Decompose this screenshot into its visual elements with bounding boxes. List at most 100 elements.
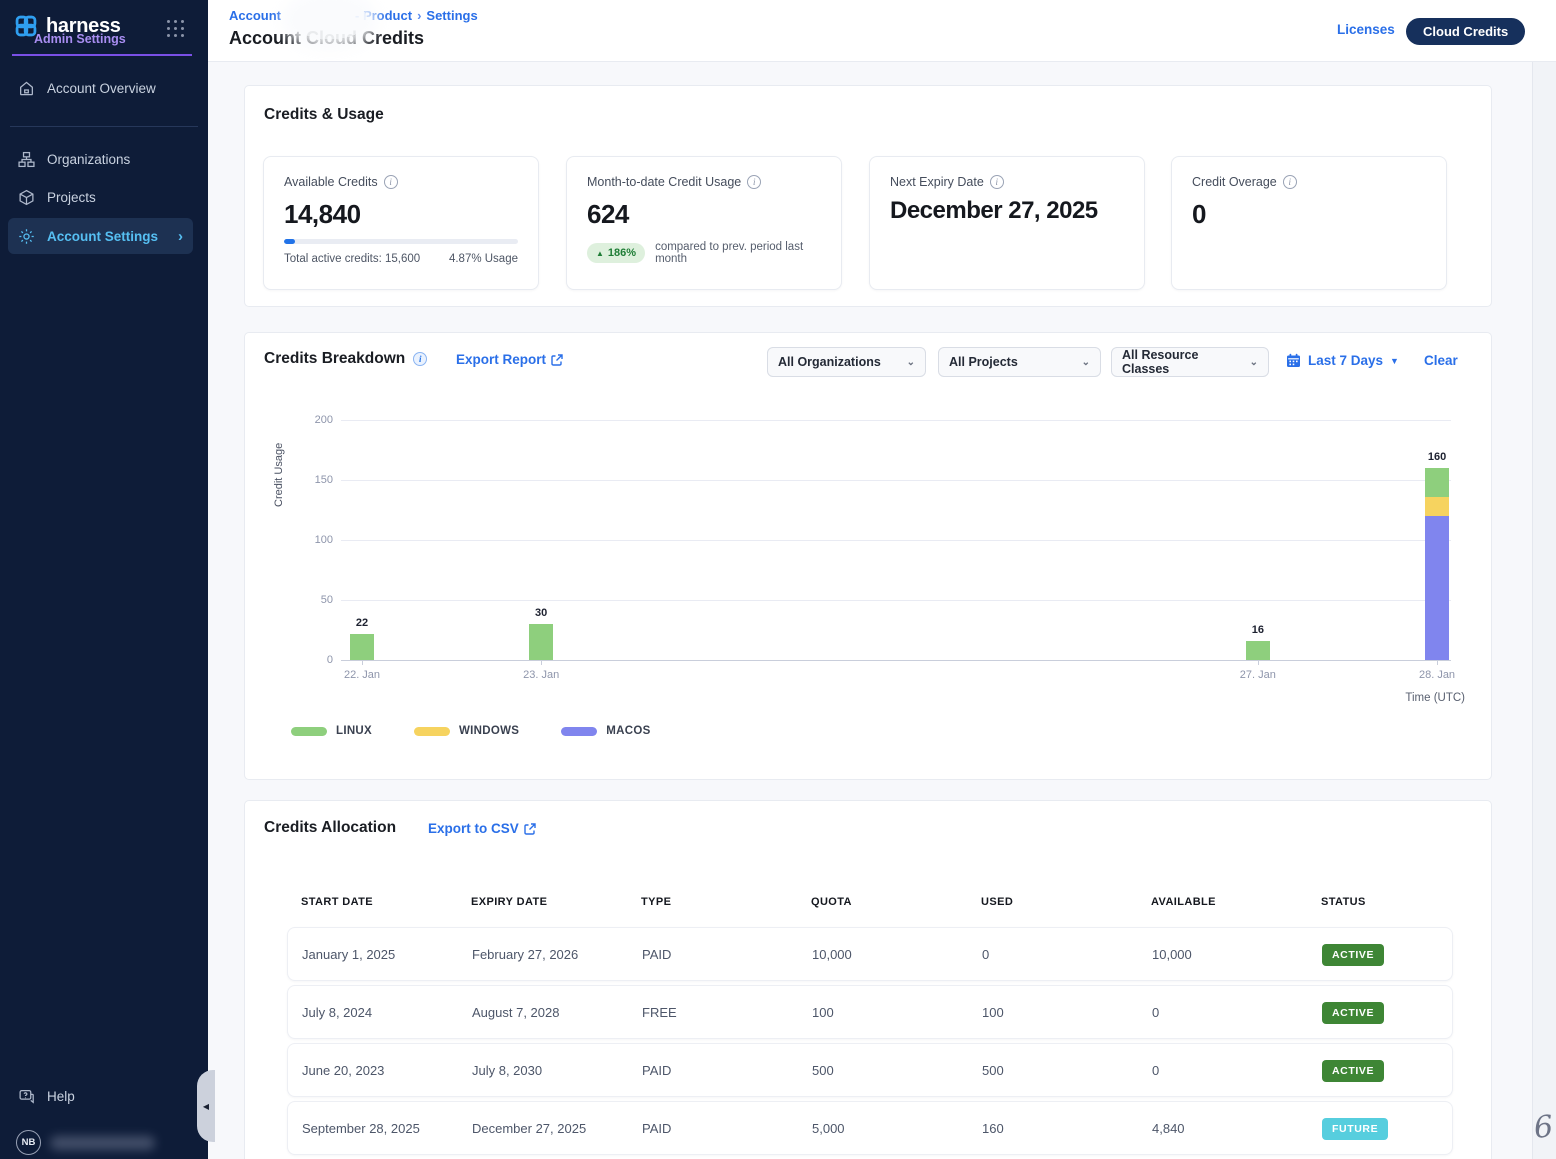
- cell-status: FUTURE: [1322, 1102, 1388, 1156]
- bar-value-label: 30: [516, 607, 566, 619]
- x-axis-title: Time (UTC): [1405, 692, 1465, 704]
- table-row: September 28, 2025December 27, 2025PAID5…: [287, 1101, 1453, 1155]
- legend-label: MACOS: [606, 725, 650, 737]
- date-range-picker[interactable]: Last 7 Days ▼: [1286, 353, 1399, 368]
- sidebar-item-help[interactable]: Help: [8, 1078, 193, 1114]
- cell-used: 0: [982, 928, 989, 982]
- chevron-down-icon: ⌄: [907, 357, 915, 368]
- delta-note: compared to prev. period last month: [655, 241, 821, 265]
- x-tick-mark: [1437, 660, 1438, 665]
- legend-swatch: [561, 727, 597, 736]
- info-icon[interactable]: i: [384, 175, 398, 189]
- cell-start_date: June 20, 2023: [302, 1044, 384, 1098]
- export-csv-link[interactable]: Export to CSV: [428, 821, 536, 836]
- y-axis-title: Credit Usage: [273, 420, 285, 530]
- watermark-glyph: 6: [1532, 1109, 1555, 1146]
- external-link-icon: [551, 354, 563, 366]
- table-header-expiry-date: EXPIRY DATE: [471, 896, 547, 908]
- stat-label: Next Expiry Date: [890, 175, 984, 189]
- organizations-filter-dropdown[interactable]: All Organizations ⌄: [767, 347, 926, 377]
- cell-available: 10,000: [1152, 928, 1192, 982]
- user-row: NB: [16, 1130, 155, 1155]
- status-badge: FUTURE: [1322, 1118, 1388, 1140]
- external-link-icon: [524, 823, 536, 835]
- avatar[interactable]: NB: [16, 1130, 41, 1155]
- sidebar-item-organizations[interactable]: Organizations: [8, 141, 193, 177]
- bar-segment-linux: [529, 624, 553, 660]
- x-axis-line: [341, 660, 1451, 661]
- credits-usage-card: Credits & Usage Available Credits i 14,8…: [244, 85, 1492, 307]
- cell-quota: 100: [812, 986, 834, 1040]
- delta-badge: ▲ 186%: [587, 243, 645, 263]
- redaction-blur: [292, 0, 368, 40]
- gridline: [341, 480, 1451, 481]
- mtd-usage-value: 624: [587, 199, 821, 230]
- arrow-up-icon: ▲: [596, 249, 604, 258]
- x-tick-mark: [1258, 660, 1259, 665]
- info-icon[interactable]: i: [990, 175, 1004, 189]
- cell-expiry_date: December 27, 2025: [472, 1102, 586, 1156]
- legend-item-windows[interactable]: WINDOWS: [414, 725, 519, 737]
- cell-type: PAID: [642, 928, 671, 982]
- sidebar-divider: [10, 126, 198, 127]
- redaction-blur: [50, 1136, 155, 1150]
- legend-swatch: [291, 727, 327, 736]
- chart-legend: LINUX WINDOWS MACOS: [291, 725, 651, 737]
- table-row: June 20, 2023July 8, 2030PAID5005000ACTI…: [287, 1043, 1453, 1097]
- cell-expiry_date: August 7, 2028: [472, 986, 559, 1040]
- sidebar-item-account-overview[interactable]: Account Overview: [8, 70, 193, 106]
- bar-segment-linux: [1246, 641, 1270, 660]
- sidebar-item-label: Help: [47, 1089, 75, 1104]
- clear-filters-link[interactable]: Clear: [1424, 353, 1458, 368]
- sidebar-collapse-handle[interactable]: ◀: [197, 1070, 215, 1142]
- info-icon[interactable]: i: [413, 352, 427, 366]
- app-launcher-icon[interactable]: [167, 20, 185, 38]
- credits-allocation-title: Credits Allocation: [264, 819, 396, 837]
- scrollbar-gutter: [1532, 62, 1556, 1159]
- sidebar-item-projects[interactable]: Projects: [8, 179, 193, 215]
- cell-start_date: July 8, 2024: [302, 986, 372, 1040]
- bar-segment-linux: [350, 634, 374, 660]
- cell-quota: 500: [812, 1044, 834, 1098]
- stat-label: Month-to-date Credit Usage: [587, 175, 741, 189]
- cell-status: ACTIVE: [1322, 928, 1384, 982]
- info-icon[interactable]: i: [1283, 175, 1297, 189]
- breadcrumb-account[interactable]: Account: [229, 8, 281, 23]
- breadcrumb-settings[interactable]: Settings: [426, 8, 477, 23]
- help-chat-icon: [18, 1088, 35, 1105]
- info-icon[interactable]: i: [747, 175, 761, 189]
- licenses-link[interactable]: Licenses: [1337, 22, 1395, 37]
- bar-segment-windows: [1425, 497, 1449, 516]
- y-tick-label: 100: [295, 534, 333, 546]
- total-active-credits: Total active credits: 15,600: [284, 253, 420, 265]
- stat-label: Available Credits: [284, 175, 378, 189]
- resource-classes-filter-dropdown[interactable]: All Resource Classes ⌄: [1111, 347, 1269, 377]
- table-header-status: STATUS: [1321, 896, 1366, 908]
- credit-overage-value: 0: [1192, 199, 1426, 230]
- y-tick-label: 50: [295, 594, 333, 606]
- sidebar-item-account-settings[interactable]: Account Settings ›: [8, 218, 193, 254]
- caret-down-icon: ▼: [1390, 356, 1399, 366]
- credits-breakdown-title: Credits Breakdown: [264, 350, 405, 368]
- cloud-credits-button[interactable]: Cloud Credits: [1406, 18, 1525, 45]
- page-header: Account - Product › Settings Account Clo…: [208, 0, 1556, 62]
- status-badge: ACTIVE: [1322, 1002, 1384, 1024]
- sidebar-item-label: Organizations: [47, 152, 130, 167]
- bar-value-label: 22: [337, 617, 387, 629]
- projects-filter-dropdown[interactable]: All Projects ⌄: [938, 347, 1101, 377]
- bar-segment-macos: [1425, 516, 1449, 660]
- gridline: [341, 600, 1451, 601]
- table-row: July 8, 2024August 7, 2028FREE1001000ACT…: [287, 985, 1453, 1039]
- export-report-link[interactable]: Export Report: [456, 352, 563, 367]
- sidebar-item-label: Projects: [47, 190, 96, 205]
- date-range-label: Last 7 Days: [1308, 353, 1383, 368]
- module-accent-line: [12, 54, 192, 56]
- cell-quota: 5,000: [812, 1102, 845, 1156]
- legend-item-linux[interactable]: LINUX: [291, 725, 372, 737]
- x-tick-mark: [362, 660, 363, 665]
- available-credits-card: Available Credits i 14,840 Total active …: [263, 156, 539, 290]
- y-tick-label: 150: [295, 474, 333, 486]
- legend-item-macos[interactable]: MACOS: [561, 725, 650, 737]
- credits-breakdown-title-row: Credits Breakdown i: [264, 350, 427, 368]
- cell-type: FREE: [642, 986, 677, 1040]
